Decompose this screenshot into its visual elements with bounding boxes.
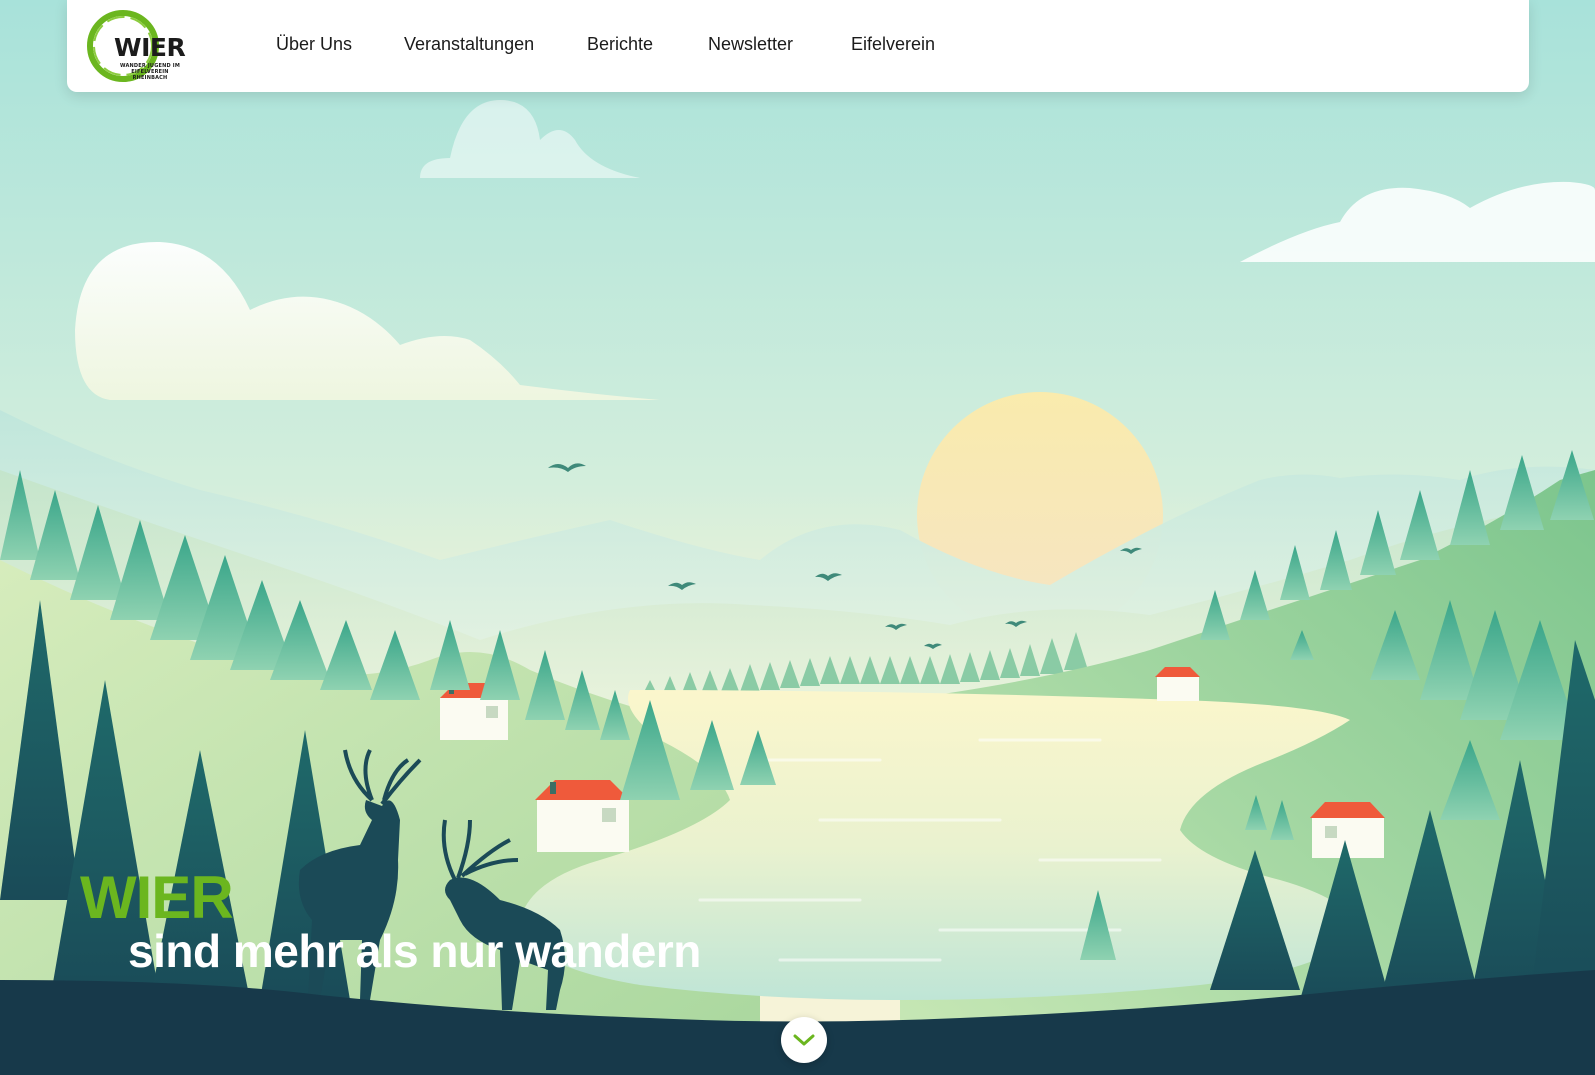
nav-item-berichte[interactable]: Berichte bbox=[587, 33, 653, 55]
site-header: WIER WANDER JUGEND IM EIFELVEREIN RHEINB… bbox=[67, 0, 1529, 92]
nav-item-ueber-uns[interactable]: Über Uns bbox=[276, 33, 352, 55]
nav-item-veranstaltungen[interactable]: Veranstaltungen bbox=[404, 33, 534, 55]
scroll-down-button[interactable] bbox=[781, 1017, 827, 1063]
main-navigation: Über Uns Veranstaltungen Berichte Newsle… bbox=[67, 0, 1529, 92]
hero-headline: WIER sind mehr als nur wandern bbox=[80, 868, 701, 977]
hero-brand-title: WIER bbox=[80, 864, 234, 931]
nav-item-newsletter[interactable]: Newsletter bbox=[708, 33, 793, 55]
nav-item-eifelverein[interactable]: Eifelverein bbox=[851, 33, 935, 55]
chevron-down-icon bbox=[793, 1034, 815, 1046]
hero-tagline: sind mehr als nur wandern bbox=[128, 925, 701, 977]
